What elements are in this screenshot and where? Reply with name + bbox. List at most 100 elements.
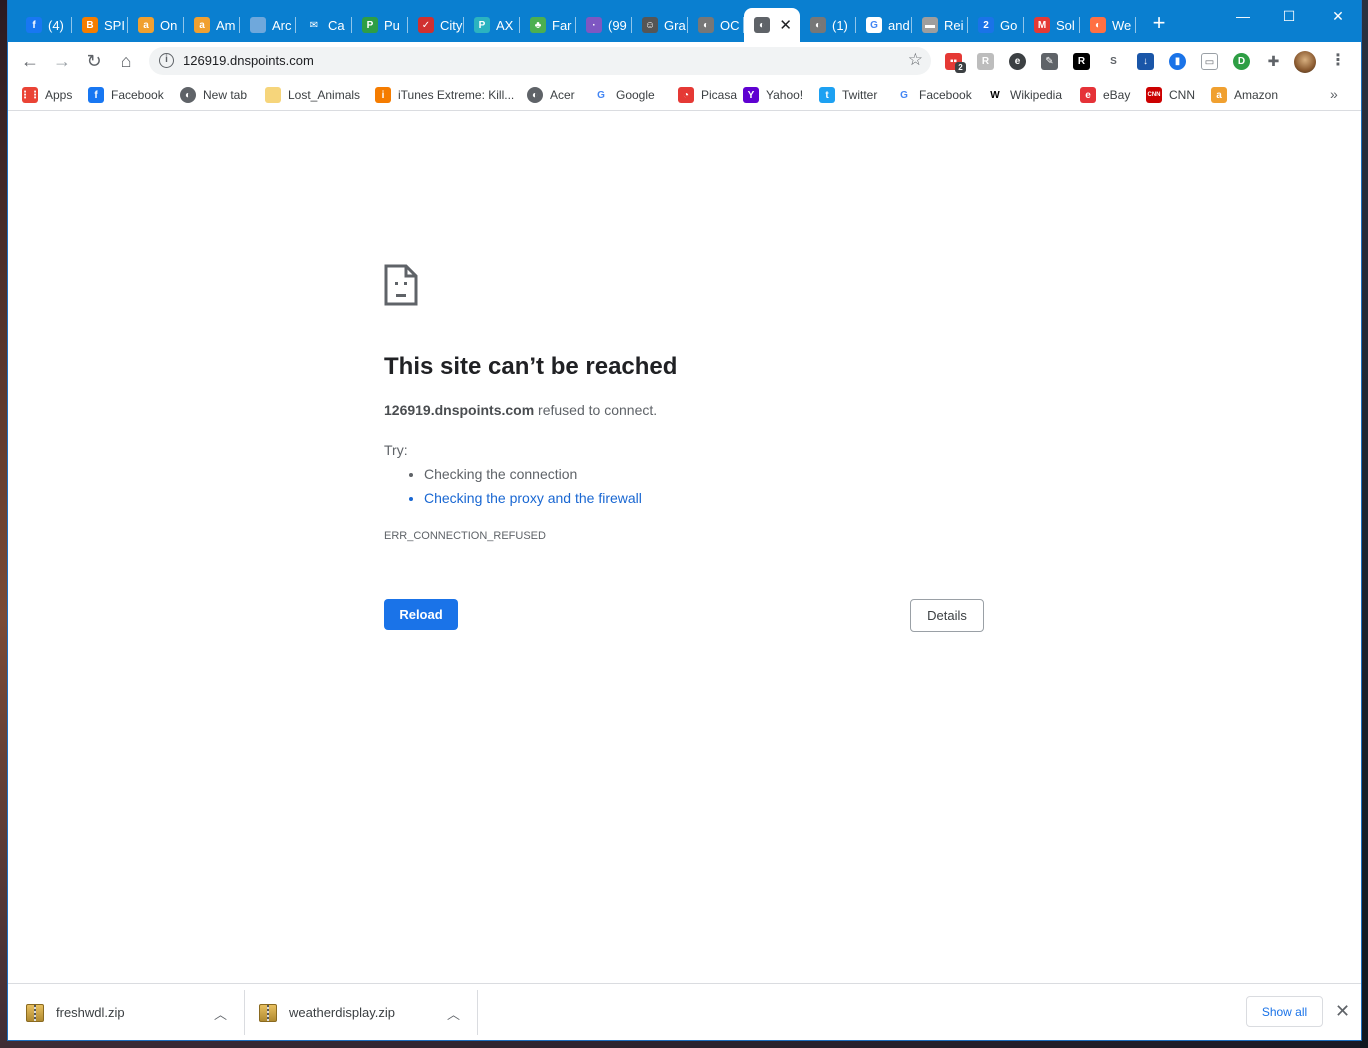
tab[interactable]: P Pu (352, 8, 408, 42)
tab[interactable]: ✓ City (408, 8, 464, 42)
suggestion-proxy-firewall-link[interactable]: Checking the proxy and the firewall (424, 489, 642, 513)
bookmark-star-icon[interactable]: ☆ (908, 50, 923, 70)
home-button[interactable]: ⌂ (115, 50, 137, 72)
bookmark-item[interactable]: Y Yahoo! (743, 85, 803, 105)
url-text[interactable]: 126919.dnspoints.com (183, 53, 314, 68)
new-tab-button[interactable]: + (1148, 12, 1170, 34)
tab[interactable]: Gand (856, 8, 912, 42)
tab[interactable]: a Am (184, 8, 240, 42)
close-icon[interactable]: ✕ (1335, 1001, 1350, 1022)
extension-e-icon[interactable]: e (1009, 53, 1026, 70)
tab-label: Rei (944, 17, 964, 33)
show-all-button[interactable]: Show all (1246, 996, 1323, 1027)
tab-label: On (160, 17, 178, 33)
bookmark-item[interactable]: ◐ Acer (527, 85, 575, 105)
bookmark-item[interactable]: ◐ New tab (180, 85, 247, 105)
reload-page-button[interactable]: ↻ (83, 50, 105, 72)
sad-document-icon (384, 264, 418, 306)
bookmarks-overflow-icon[interactable]: » (1330, 86, 1338, 102)
folder-icon (265, 87, 281, 103)
extension-s-icon[interactable]: S (1105, 53, 1122, 70)
extension-bookmark-icon[interactable]: ▮ (1169, 53, 1186, 70)
bookmark-label: Picasa (701, 88, 738, 102)
suggestion-connection: Checking the connection (424, 465, 642, 489)
tab[interactable]: ◐ (1) (800, 8, 856, 42)
tab-label: (1) (832, 17, 848, 33)
tab-label: AX (496, 17, 514, 33)
site-info-icon[interactable]: i (159, 53, 174, 68)
chevron-up-icon[interactable]: ︿ (214, 1004, 227, 1023)
details-button[interactable]: Details (910, 599, 984, 632)
tab[interactable]: 2 Go (968, 8, 1024, 42)
menu-kebab-icon[interactable]: ⋮ (1330, 51, 1346, 71)
tab-label: (4) (48, 17, 64, 33)
chevron-up-icon[interactable]: ︿ (447, 1004, 460, 1023)
bookmarks-bar: » ⋮⋮ Apps f Facebook ◐ New tab Lost_Animals i iT… (8, 80, 1361, 111)
try-label: Try: (384, 442, 408, 458)
profile-avatar[interactable] (1294, 51, 1316, 73)
tab[interactable]: f (4) (16, 8, 72, 42)
bookmark-item[interactable]: G Facebook (896, 85, 972, 105)
extension-pen-icon[interactable]: ✎ (1041, 53, 1058, 70)
extension-id-icon[interactable]: D (1233, 53, 1250, 70)
ebay-icon: e (1080, 87, 1096, 103)
bookmark-item[interactable]: t Twitter (819, 85, 877, 105)
close-window-button[interactable]: ✕ (1315, 4, 1361, 28)
extensions-puzzle-icon[interactable]: ✚ (1265, 53, 1282, 70)
tab[interactable]: B SPI (72, 8, 128, 42)
tab-label: Sol (1056, 17, 1075, 33)
bookmark-item[interactable]: f Facebook (88, 85, 164, 105)
bookmark-item[interactable]: ⋮⋮ Apps (20, 85, 72, 105)
tab[interactable]: ◐ OC (688, 8, 744, 42)
reload-button[interactable]: Reload (384, 599, 458, 630)
tab[interactable]: · (99 (576, 8, 632, 42)
extension-r-icon[interactable]: R (1073, 53, 1090, 70)
maximize-button[interactable]: ☐ (1266, 4, 1312, 28)
tab[interactable]: ♣ Far (520, 8, 576, 42)
bookmark-item[interactable]: CNN CNN (1146, 85, 1195, 105)
close-tab-icon[interactable]: ✕ (779, 16, 792, 34)
bookmark-label: eBay (1103, 88, 1131, 102)
tab[interactable]: M Sol (1024, 8, 1080, 42)
bookmark-item[interactable]: Lost_Animals (265, 85, 360, 105)
tab[interactable]: ▬ Rei (912, 8, 968, 42)
globe-icon: ◐ (527, 87, 543, 103)
globe-icon: ◐ (810, 17, 826, 33)
extension-download-icon[interactable]: ↓ (1137, 53, 1154, 70)
address-bar[interactable]: i 126919.dnspoints.com ☆ (149, 47, 931, 75)
tab[interactable]: ☺ Gra (632, 8, 688, 42)
download-item[interactable]: weatherdisplay.zip ︿ (241, 984, 477, 1040)
google-icon: G (896, 87, 912, 103)
divider (477, 990, 478, 1035)
forward-button[interactable]: → (51, 50, 73, 72)
weather-icon: ◐ (1090, 17, 1106, 33)
yahoo-icon: Y (743, 87, 759, 103)
tab[interactable]: P AX (464, 8, 520, 42)
calendar-icon: 2 (978, 17, 994, 33)
minimize-button[interactable]: — (1220, 4, 1266, 28)
tab-label: We (1112, 17, 1132, 33)
back-button[interactable]: ← (19, 50, 41, 72)
pushbullet-icon: P (362, 17, 378, 33)
bookmark-item[interactable]: W Wikipedia (987, 85, 1062, 105)
suggestions-list: Checking the connection Checking the pro… (424, 465, 642, 513)
extension-cast-icon[interactable]: ▭ (1201, 53, 1218, 70)
tab[interactable]: Arc (240, 8, 296, 42)
bookmark-label: Twitter (842, 88, 878, 102)
bookmark-item[interactable]: a Amazon (1211, 85, 1278, 105)
bookmark-item[interactable]: G Google (593, 85, 655, 105)
google-icon: G (593, 87, 609, 103)
bookmark-item[interactable]: i iTunes Extreme: Kill... (375, 85, 514, 105)
amazon-icon: a (194, 17, 210, 33)
bookmark-item[interactable]: ◔ Picasa (678, 85, 737, 105)
tab[interactable]: ✉ Ca (296, 8, 352, 42)
download-item[interactable]: freshwdl.zip ︿ (8, 984, 244, 1040)
person-icon: ☺ (642, 17, 658, 33)
city-icon: ✓ (418, 17, 434, 33)
tab[interactable]: ◐ We (1080, 8, 1136, 42)
sol-icon: M (1034, 17, 1050, 33)
tab-active[interactable]: ◐ ✕ (744, 8, 800, 42)
bookmark-item[interactable]: e eBay (1080, 85, 1130, 105)
tab[interactable]: a On (128, 8, 184, 42)
extension-gray-icon[interactable]: R (977, 53, 994, 70)
